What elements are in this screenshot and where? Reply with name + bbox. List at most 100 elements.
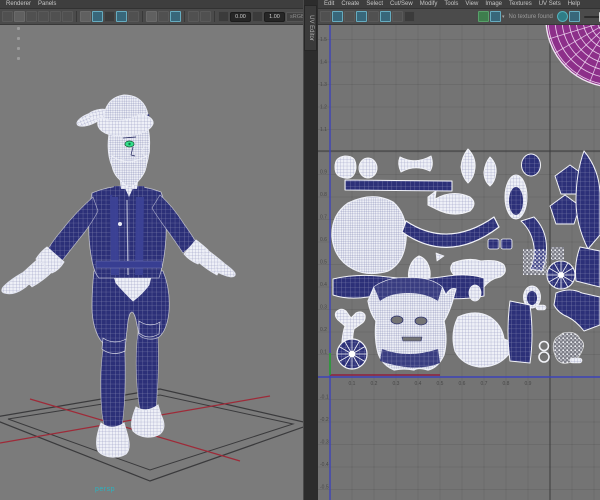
menu-create[interactable]: Create [338, 0, 362, 9]
separator [214, 11, 215, 22]
dim-image-slider[interactable] [583, 11, 600, 22]
tick-label: 0.6 [459, 381, 466, 387]
uv-distortion-icon[interactable] [320, 11, 331, 22]
motion-blur-icon[interactable] [158, 11, 169, 22]
uv-shell-head-front[interactable] [367, 277, 457, 371]
isolate-select-uv-icon[interactable] [568, 11, 580, 22]
panel-divider[interactable] [303, 0, 318, 500]
tick-label: 0.1 [349, 381, 356, 387]
in-view-dot-icon[interactable] [17, 37, 20, 40]
uv-shell-arm-band[interactable] [575, 150, 600, 250]
uv-shell-lace-2[interactable] [551, 247, 564, 260]
uv-editor-tab[interactable]: UV Editor [304, 5, 317, 51]
viewport-toolbar: 0.00 1.00 sRGB gamma ▾ [0, 9, 303, 25]
screen-space-ao-icon[interactable] [146, 11, 157, 22]
select-camera-icon[interactable] [14, 11, 25, 22]
resolution-gate-icon[interactable] [38, 11, 49, 22]
uv-shell-quad-1[interactable] [487, 238, 500, 250]
renderer-icon[interactable] [2, 11, 13, 22]
tick-label: 1.5 [320, 37, 327, 43]
uv-shell-wheel-2[interactable] [546, 260, 576, 290]
uv-shell-oval-2-inner [527, 291, 537, 305]
gamma-icon[interactable] [252, 11, 263, 22]
menu-image[interactable]: Image [482, 0, 505, 9]
in-view-dot-icon[interactable] [17, 57, 20, 60]
wireframe-mode-icon[interactable] [80, 11, 91, 22]
uv-shell-quad-big[interactable] [575, 246, 600, 288]
grid-snap-icon[interactable] [380, 11, 391, 22]
shadows-icon[interactable] [128, 11, 139, 22]
uv-shell-capsule[interactable] [569, 357, 583, 364]
perspective-viewport[interactable]: persp [0, 25, 303, 500]
menu-panels[interactable]: Panels [35, 0, 59, 9]
uv-shell-quad-2[interactable] [500, 238, 513, 250]
menu-view[interactable]: View [462, 0, 481, 9]
exposure-field[interactable]: 0.00 [230, 11, 251, 22]
uv-shell-hat-top[interactable] [427, 190, 475, 215]
character-hat[interactable] [75, 94, 154, 137]
menu-cut-sew[interactable]: Cut/Sew [387, 0, 416, 9]
menu-help[interactable]: Help [565, 0, 583, 9]
texture-select-icon[interactable] [490, 11, 501, 22]
view-transform-dropdown[interactable]: sRGB gamma ▾ [286, 11, 303, 22]
texture-ramp-icon[interactable] [478, 11, 489, 22]
in-view-dot-icon[interactable] [17, 27, 20, 30]
uv-shell-sphere[interactable] [545, 25, 600, 87]
multisample-icon[interactable] [170, 11, 181, 22]
tick-label: -0.2 [320, 417, 329, 423]
pixel-snap-icon[interactable] [392, 11, 403, 22]
uv-shell-leaf-1[interactable] [460, 148, 476, 184]
in-view-dot-icon[interactable] [17, 47, 20, 50]
uv-shell-wheel[interactable] [336, 338, 368, 370]
tick-label: 0.4 [415, 381, 422, 387]
field-chart-icon[interactable] [62, 11, 73, 22]
shaded-uv-display-icon[interactable] [332, 11, 343, 22]
uv-shell-boot-big[interactable] [452, 312, 515, 368]
tick-label: 0.9 [320, 170, 327, 176]
uv-shell-chevron[interactable] [553, 289, 600, 332]
uv-shell-hatband-strip[interactable] [344, 179, 453, 192]
character-torso[interactable] [88, 185, 167, 279]
gate-mask-icon[interactable] [50, 11, 61, 22]
uv-shell-pentagon-2[interactable] [549, 194, 581, 225]
menu-modify[interactable]: Modify [417, 0, 441, 9]
grease-pencil-icon[interactable] [200, 11, 211, 22]
menu-renderer[interactable]: Renderer [3, 0, 34, 9]
textured-mode-icon[interactable] [104, 11, 115, 22]
uv-eye-hole-left [390, 315, 404, 325]
uv-editor-canvas[interactable]: 1.5 1.4 1.3 1.2 1.1 0.9 0.8 0.7 0.6 0.5 0.4 0.3 0.2 0… [318, 25, 600, 500]
pattern-display-icon[interactable] [368, 11, 379, 22]
character-model[interactable] [1, 94, 236, 458]
chevron-down-icon[interactable]: ▾ [502, 14, 505, 20]
uv-shell-belt-strip[interactable] [507, 300, 533, 364]
uv-shell-small-oval[interactable] [468, 284, 482, 302]
menu-textures[interactable]: Textures [506, 0, 535, 9]
uv-shell-ear-right[interactable] [358, 157, 378, 179]
menu-tools[interactable]: Tools [441, 0, 461, 9]
texture-borders-icon[interactable] [344, 11, 355, 22]
isolate-select-icon[interactable] [188, 11, 199, 22]
uv-shell-capsule-2[interactable] [535, 304, 547, 311]
image-folder-icon[interactable] [404, 11, 415, 22]
uv-shell-head-side[interactable] [331, 196, 407, 275]
uv-shell-lace-patch[interactable] [523, 249, 547, 275]
menu-edit[interactable]: Edit [321, 0, 337, 9]
shaded-mode-icon[interactable] [92, 11, 103, 22]
film-gate-icon[interactable] [26, 11, 37, 22]
menu-select[interactable]: Select [363, 0, 386, 9]
menu-uv-sets[interactable]: UV Sets [536, 0, 564, 9]
uv-shell-ring-2[interactable] [538, 351, 550, 363]
use-all-lights-icon[interactable] [116, 11, 127, 22]
uv-shell-leaf-2[interactable] [483, 156, 497, 187]
tick-label: 0.3 [320, 305, 327, 311]
isolate-ring-icon[interactable] [556, 11, 568, 22]
uv-shell-ring-1[interactable] [538, 340, 550, 352]
uv-shell-lips[interactable] [398, 155, 433, 173]
uv-shell-ear-left[interactable] [334, 155, 357, 179]
checker-map-icon[interactable] [356, 11, 367, 22]
uv-shell-oval[interactable] [521, 153, 541, 177]
character-arm-left[interactable] [1, 196, 99, 295]
character-leg-left[interactable] [96, 339, 130, 458]
gamma-field[interactable]: 1.00 [264, 11, 285, 22]
exposure-icon[interactable] [218, 11, 229, 22]
